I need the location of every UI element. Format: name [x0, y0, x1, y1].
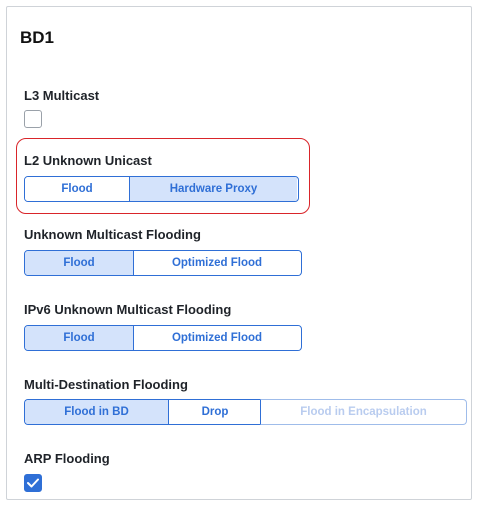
- unknown-multicast-flooding-label: Unknown Multicast Flooding: [24, 227, 201, 242]
- l2-unknown-unicast-segmented: Flood Hardware Proxy: [24, 176, 299, 202]
- page-title: BD1: [20, 28, 55, 47]
- multi-destination-flooding-segmented: Flood in BD Drop: [24, 399, 262, 425]
- l3-multicast-checkbox[interactable]: [24, 110, 42, 128]
- unknown-multicast-optimized-flood-option[interactable]: Optimized Flood: [134, 251, 300, 275]
- checkmark-icon: [27, 478, 39, 488]
- multi-destination-flooding-label: Multi-Destination Flooding: [24, 377, 188, 392]
- ipv6-unknown-multicast-flood-option[interactable]: Flood: [25, 326, 134, 350]
- l3-multicast-label: L3 Multicast: [24, 88, 100, 103]
- unknown-multicast-flood-option[interactable]: Flood: [25, 251, 134, 275]
- arp-flooding-checkbox[interactable]: [24, 474, 42, 492]
- ipv6-unknown-multicast-flooding-segmented: Flood Optimized Flood: [24, 325, 302, 351]
- arp-flooding-label: ARP Flooding: [24, 451, 110, 466]
- multi-destination-flood-in-encapsulation-option[interactable]: Flood in Encapsulation: [260, 399, 467, 425]
- ipv6-unknown-multicast-optimized-flood-option[interactable]: Optimized Flood: [134, 326, 300, 350]
- multi-destination-flood-in-bd-option[interactable]: Flood in BD: [25, 400, 169, 424]
- l2-unknown-unicast-hardware-proxy-option[interactable]: Hardware Proxy: [130, 177, 297, 201]
- multi-destination-drop-option[interactable]: Drop: [169, 400, 261, 424]
- ipv6-unknown-multicast-flooding-label: IPv6 Unknown Multicast Flooding: [24, 302, 232, 317]
- l2-unknown-unicast-label: L2 Unknown Unicast: [24, 153, 152, 168]
- unknown-multicast-flooding-segmented: Flood Optimized Flood: [24, 250, 302, 276]
- l2-unknown-unicast-flood-option[interactable]: Flood: [25, 177, 130, 201]
